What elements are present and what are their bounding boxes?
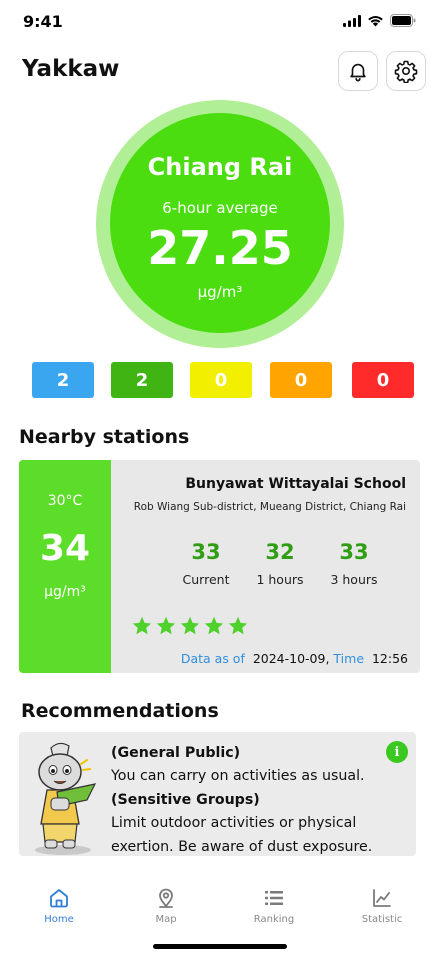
data-timestamp: Data as of 2024-10-09, Time 12:56 [181, 651, 408, 666]
star-icon [228, 616, 248, 635]
bottom-navigation: Home Map Ranking Statistic [0, 866, 440, 956]
time-label: Time [333, 651, 365, 666]
nearby-stations-title: Nearby stations [19, 426, 190, 448]
badge-level-orange[interactable]: 0 [270, 362, 332, 398]
nav-statistic[interactable]: Statistic [342, 886, 422, 925]
station-name: Bunyawat Wittayalai School [185, 476, 406, 492]
aqi-unit: μg/m³ [197, 283, 243, 301]
star-icon [132, 616, 152, 635]
info-icon[interactable]: i [386, 741, 408, 763]
station-aqi-value: 34 [39, 528, 91, 569]
aqi-average-label: 6-hour average [162, 199, 278, 217]
badge-level-green[interactable]: 2 [111, 362, 173, 398]
star-icon [180, 616, 200, 635]
home-icon [50, 889, 68, 908]
nav-label: Home [44, 914, 74, 925]
status-time: 9:41 [23, 12, 63, 31]
data-time: 12:56 [371, 651, 408, 666]
home-indicator [153, 944, 287, 949]
data-date: 2024-10-09, [252, 651, 330, 666]
station-temperature: 30°C [47, 493, 83, 509]
reading-label: 1 hours [256, 572, 304, 587]
nav-label: Map [155, 914, 177, 925]
notifications-button[interactable] [338, 51, 378, 91]
reading-label: Current [182, 572, 230, 587]
reading-1-hour: 32 1 hours [240, 540, 320, 587]
reading-current: 33 Current [166, 540, 246, 587]
map-pin-icon [159, 888, 173, 908]
reading-value: 33 [191, 540, 221, 564]
battery-icon [390, 14, 416, 27]
bell-icon [350, 63, 366, 82]
aqi-value: 27.25 [147, 221, 293, 275]
badge-level-yellow[interactable]: 0 [190, 362, 252, 398]
status-bar: 9:41 [0, 0, 440, 44]
star-icon [204, 616, 224, 635]
level-count-badges: 2 2 0 0 0 [32, 362, 414, 398]
station-address: Rob Wiang Sub-district, Mueang District,… [133, 501, 406, 513]
star-icon [156, 616, 176, 635]
nav-label: Ranking [253, 914, 295, 925]
nav-map[interactable]: Map [126, 886, 206, 925]
nav-label: Statistic [361, 914, 403, 925]
sensitive-groups-text: Limit outdoor activities or physical exe… [111, 815, 373, 855]
mascot-illustration [35, 742, 97, 855]
reading-value: 33 [339, 540, 369, 564]
reading-value: 32 [265, 540, 295, 564]
station-aqi-unit: μg/m³ [44, 584, 86, 600]
cellular-signal-icon [343, 14, 361, 27]
list-icon [265, 891, 283, 905]
recommendation-card: (General Public) You can carry on activi… [19, 732, 416, 856]
badge-level-blue[interactable]: 2 [32, 362, 94, 398]
nav-ranking[interactable]: Ranking [234, 886, 314, 925]
reading-3-hours: 33 3 hours [314, 540, 394, 587]
nav-home[interactable]: Home [19, 886, 99, 925]
station-card[interactable]: 30°C 34 μg/m³ Bunyawat Wittayalai School… [19, 460, 420, 673]
recommendation-text: (General Public) You can carry on activi… [111, 742, 401, 856]
wifi-icon [368, 15, 383, 26]
gear-icon [394, 60, 418, 83]
status-icons [343, 14, 416, 27]
recommendations-title: Recommendations [21, 700, 219, 722]
badge-level-red[interactable]: 0 [352, 362, 414, 398]
chart-icon [373, 889, 391, 907]
sensitive-groups-heading: (Sensitive Groups) [111, 791, 260, 808]
settings-button[interactable] [386, 51, 426, 91]
aqi-summary-circle[interactable]: Chiang Rai 6-hour average 27.25 μg/m³ [110, 113, 330, 333]
rating-stars [131, 615, 249, 637]
aqi-city: Chiang Rai [147, 153, 293, 181]
data-as-of-label: Data as of [180, 651, 245, 666]
general-public-text: You can carry on activities as usual. [111, 768, 365, 785]
general-public-heading: (General Public) [111, 745, 241, 761]
station-aqi-panel: 30°C 34 μg/m³ [19, 460, 111, 673]
app-title: Yakkaw [22, 56, 120, 82]
reading-label: 3 hours [330, 572, 378, 587]
